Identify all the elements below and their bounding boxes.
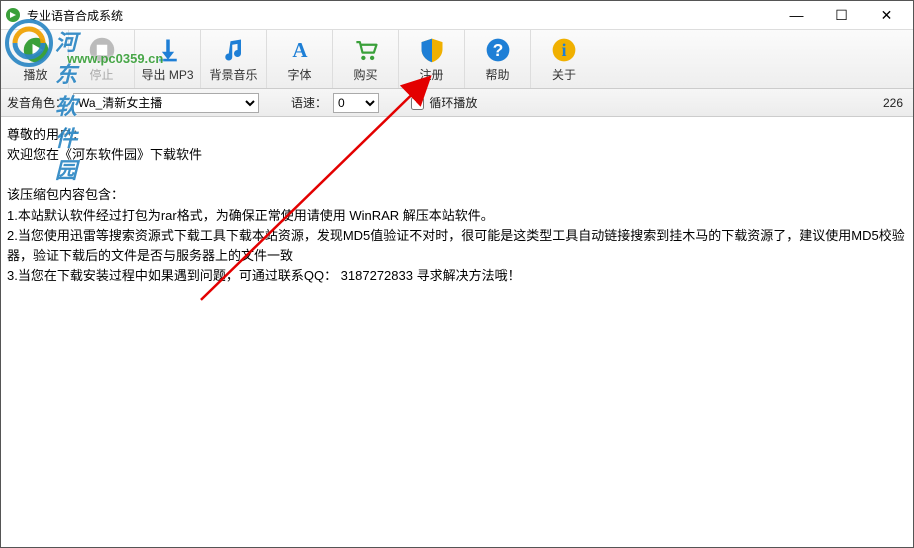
help-label: 帮助 <box>485 66 509 83</box>
buy-label: 购买 <box>353 66 377 83</box>
close-button[interactable]: ✕ <box>864 1 909 29</box>
export-mp3-label: 导出 MP3 <box>141 66 193 83</box>
music-note-icon <box>220 36 248 64</box>
svg-text:i: i <box>562 40 567 60</box>
about-button[interactable]: i 关于 <box>531 30 597 88</box>
register-label: 注册 <box>419 66 443 83</box>
help-icon: ? <box>484 36 512 64</box>
voice-label: 发音角色： <box>7 94 67 111</box>
font-button[interactable]: A 字体 <box>267 30 333 88</box>
about-label: 关于 <box>552 66 576 83</box>
loop-checkbox-wrap[interactable]: 循环播放 <box>411 94 477 111</box>
font-label: 字体 <box>287 66 311 83</box>
options-bar: 发音角色： Wa_清新女主播 语速： 0 循环播放 226 <box>1 89 913 117</box>
info-icon: i <box>550 36 578 64</box>
bgm-label: 背景音乐 <box>209 66 257 83</box>
play-button[interactable]: 播放 <box>3 30 69 88</box>
main-toolbar: 播放 停止 导出 MP3 背景音乐 A 字体 购买 <box>1 29 913 89</box>
stop-button[interactable]: 停止 <box>69 30 135 88</box>
cart-icon <box>352 36 380 64</box>
stop-label: 停止 <box>89 66 113 83</box>
content-textarea[interactable]: 尊敬的用户： 欢迎您在《河东软件园》下载软件 该压缩包内容包含： 1.本站默认软… <box>1 117 913 547</box>
speed-select[interactable]: 0 <box>333 93 379 113</box>
svg-text:A: A <box>292 38 308 62</box>
buy-button[interactable]: 购买 <box>333 30 399 88</box>
help-button[interactable]: ? 帮助 <box>465 30 531 88</box>
export-mp3-icon <box>154 36 182 64</box>
window-controls: — ☐ ✕ <box>774 1 909 29</box>
minimize-button[interactable]: — <box>774 1 819 29</box>
svg-text:?: ? <box>492 40 503 60</box>
char-count: 226 <box>883 96 903 110</box>
speed-label: 语速： <box>291 94 327 111</box>
play-label: 播放 <box>23 66 47 83</box>
stop-icon <box>88 36 116 64</box>
voice-select[interactable]: Wa_清新女主播 <box>73 93 259 113</box>
window-title: 专业语音合成系统 <box>27 7 774 24</box>
maximize-button[interactable]: ☐ <box>819 1 864 29</box>
loop-checkbox[interactable] <box>411 97 424 110</box>
bgm-button[interactable]: 背景音乐 <box>201 30 267 88</box>
font-icon: A <box>286 36 314 64</box>
shield-icon <box>418 36 446 64</box>
register-button[interactable]: 注册 <box>399 30 465 88</box>
app-icon <box>5 7 21 23</box>
title-bar: 专业语音合成系统 — ☐ ✕ <box>1 1 913 29</box>
export-mp3-button[interactable]: 导出 MP3 <box>135 30 201 88</box>
loop-label: 循环播放 <box>429 96 477 110</box>
play-icon <box>22 36 50 64</box>
